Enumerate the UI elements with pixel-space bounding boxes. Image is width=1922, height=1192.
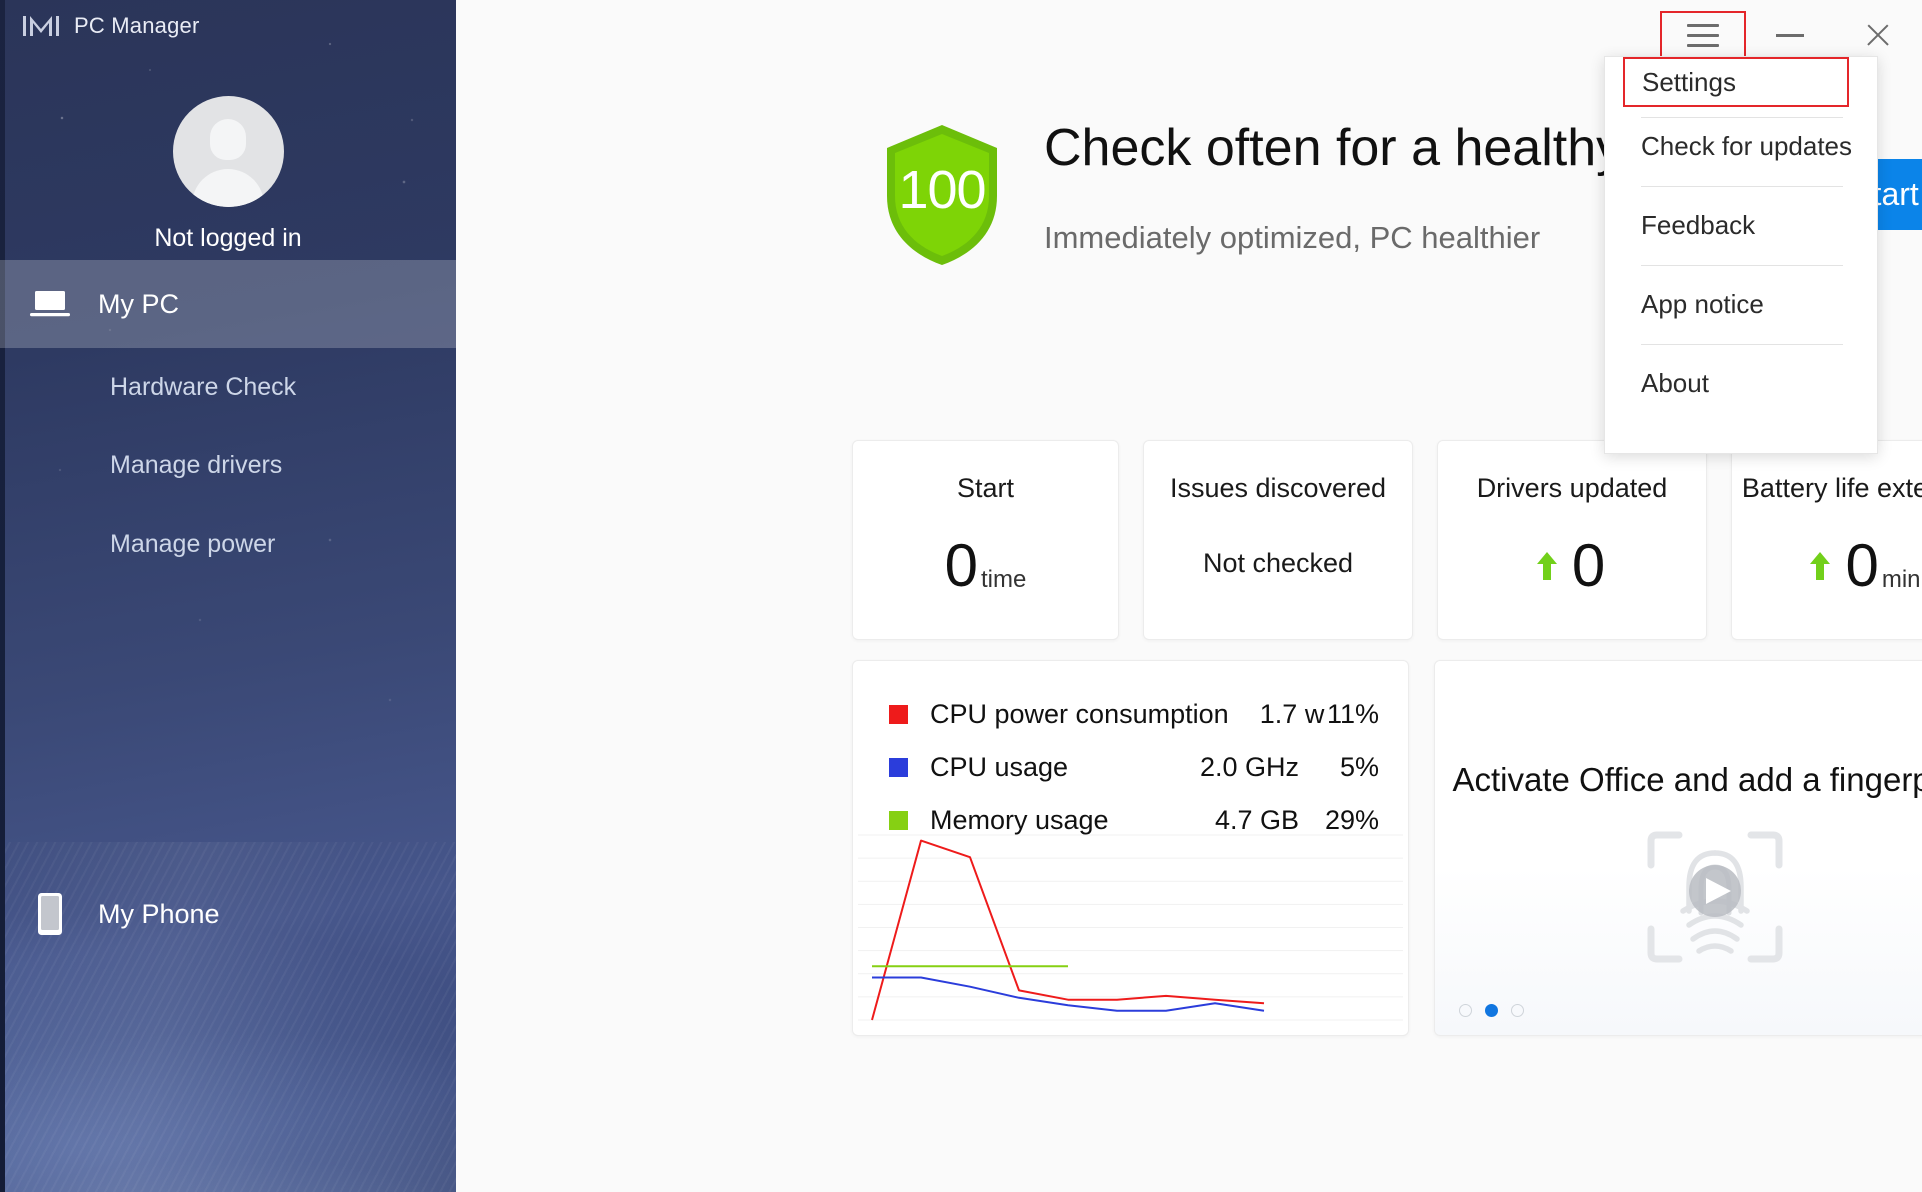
perf-row-cpu-usage-value: 2.0 GHz bbox=[1199, 751, 1299, 782]
menu-item-settings[interactable]: Settings bbox=[1623, 57, 1849, 107]
sidebar-item-my-phone[interactable]: My Phone bbox=[0, 870, 456, 958]
stat-card-battery[interactable]: Battery life extended 0 min bbox=[1731, 440, 1922, 640]
promo-headline: Activate Office and add a fingerprint bbox=[1452, 761, 1922, 798]
sidebar-item-manage-power-label: Manage power bbox=[110, 529, 276, 558]
pc-manager-window: PC Manager Not logged in My PC Hardware … bbox=[0, 0, 1922, 1192]
phone-icon bbox=[22, 892, 78, 936]
hero-subtitle: Immediately optimized, PC healthier bbox=[1044, 220, 1541, 255]
promo-card[interactable]: Activate Office and add a fingerprint bbox=[1434, 660, 1922, 1036]
minimize-icon bbox=[1776, 33, 1804, 37]
sidebar-item-manage-drivers-label: Manage drivers bbox=[110, 450, 283, 479]
performance-line-chart bbox=[858, 834, 1403, 1021]
stat-card-start-title: Start bbox=[956, 473, 1015, 503]
carousel-dot-3[interactable] bbox=[1511, 1004, 1524, 1017]
sidebar-item-hardware-check-label: Hardware Check bbox=[110, 372, 297, 401]
stat-card-drivers[interactable]: Drivers updated 0 bbox=[1437, 440, 1707, 640]
app-dropdown-menu: Settings Check for updates Feedback App … bbox=[1604, 56, 1878, 454]
sidebar-item-hardware-check[interactable]: Hardware Check bbox=[0, 358, 456, 416]
legend-swatch-cpu-power bbox=[889, 704, 908, 724]
stat-card-battery-body: 0 min bbox=[1732, 536, 1922, 596]
up-arrow-icon bbox=[1810, 552, 1831, 580]
stat-card-drivers-value: 0 bbox=[1571, 532, 1606, 599]
performance-card: CPU power consumption 1.7 w 11% CPU usag… bbox=[852, 660, 1409, 1036]
perf-row-cpu-usage-label: CPU usage bbox=[930, 751, 1069, 782]
stat-card-start-unit: time bbox=[981, 566, 1027, 593]
sidebar-item-my-pc-label: My PC bbox=[98, 288, 179, 319]
stat-card-battery-title: Battery life extended bbox=[1741, 473, 1922, 503]
hamburger-menu-icon bbox=[1687, 23, 1719, 47]
stat-card-issues[interactable]: Issues discovered Not checked bbox=[1143, 440, 1413, 640]
carousel-dot-2[interactable] bbox=[1485, 1004, 1498, 1017]
stat-card-drivers-title: Drivers updated bbox=[1476, 473, 1668, 503]
stat-card-battery-value: 0 bbox=[1845, 532, 1879, 599]
sidebar-item-my-pc[interactable]: My PC bbox=[0, 260, 456, 348]
menu-item-feedback[interactable]: Feedback bbox=[1605, 186, 1877, 265]
perf-row-cpu-power-value: 1.7 w bbox=[1259, 698, 1325, 729]
app-brand: PC Manager bbox=[22, 8, 200, 44]
up-arrow-icon bbox=[1536, 552, 1557, 580]
account-block[interactable]: Not logged in bbox=[0, 96, 456, 253]
menu-item-app-notice[interactable]: App notice bbox=[1605, 265, 1877, 344]
close-icon bbox=[1864, 21, 1892, 49]
user-avatar-icon[interactable] bbox=[172, 96, 284, 207]
stat-card-start-value: 0 bbox=[944, 532, 979, 599]
perf-row-cpu-power-percent: 11% bbox=[1326, 698, 1379, 729]
legend-swatch-memory-usage bbox=[889, 810, 908, 830]
perf-row-cpu-usage: CPU usage 2.0 GHz 5% bbox=[889, 752, 1379, 782]
login-status-label: Not logged in bbox=[154, 224, 302, 252]
menu-item-about[interactable]: About bbox=[1605, 344, 1877, 423]
stat-card-battery-unit: min bbox=[1881, 566, 1921, 593]
health-score: 100 bbox=[898, 160, 986, 220]
sidebar-item-manage-power[interactable]: Manage power bbox=[0, 515, 456, 573]
hamburger-menu-button[interactable] bbox=[1660, 11, 1746, 59]
laptop-icon bbox=[22, 289, 78, 319]
stat-card-drivers-body: 0 bbox=[1438, 536, 1706, 596]
fingerprint-scan-play-icon bbox=[1645, 829, 1785, 965]
main-content: 100 Check often for a healthy PC Immedia… bbox=[456, 0, 1922, 1192]
carousel-dot-1[interactable] bbox=[1459, 1004, 1472, 1017]
sidebar-item-manage-drivers[interactable]: Manage drivers bbox=[0, 436, 456, 494]
perf-row-cpu-power-label: CPU power consumption bbox=[930, 698, 1229, 729]
stat-card-issues-status: Not checked bbox=[1202, 548, 1354, 578]
stat-card-start-body: 0 time bbox=[853, 536, 1118, 596]
perf-row-cpu-usage-percent: 5% bbox=[1339, 751, 1379, 782]
perf-row-cpu-power: CPU power consumption 1.7 w 11% bbox=[889, 699, 1379, 729]
carousel-dots[interactable] bbox=[1459, 1004, 1524, 1017]
menu-item-check-for-updates[interactable]: Check for updates bbox=[1605, 107, 1877, 186]
legend-swatch-cpu-usage bbox=[889, 757, 908, 777]
sidebar-item-my-phone-label: My Phone bbox=[98, 898, 220, 929]
app-title: PC Manager bbox=[74, 13, 200, 38]
stat-card-start[interactable]: Start 0 time bbox=[852, 440, 1119, 640]
sidebar: PC Manager Not logged in My PC Hardware … bbox=[0, 0, 456, 1192]
pc-manager-logo-icon bbox=[23, 16, 59, 36]
shield-icon: 100 bbox=[881, 122, 1003, 268]
stat-card-issues-title: Issues discovered bbox=[1169, 473, 1387, 503]
